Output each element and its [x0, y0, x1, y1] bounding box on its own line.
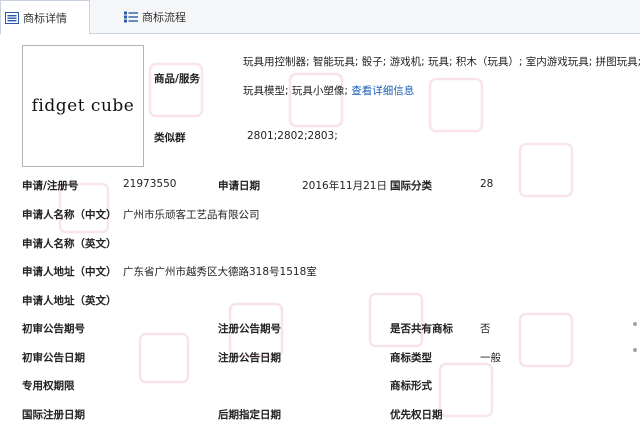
list-icon [5, 11, 19, 24]
exclusive-period-label: 专用权期限 [22, 380, 75, 392]
tab-label: 商标详情 [23, 11, 67, 25]
reg-notice-no-label: 注册公告期号 [218, 323, 281, 335]
later-designation-date-label: 后期指定日期 [218, 409, 281, 421]
intl-class-value: 28 [480, 178, 494, 190]
shared-tm-label: 是否共有商标 [390, 323, 453, 335]
goods-services-label: 商品/服务 [154, 73, 200, 85]
prelim-notice-no-label: 初审公告期号 [22, 323, 85, 335]
address-en-label: 申请人地址（英文） [22, 295, 117, 307]
tab-label: 商标流程 [142, 10, 186, 24]
goods-services-line2: 玩具模型; 玩具小塑像; 查看详细信息 [243, 83, 414, 98]
intl-class-label: 国际分类 [390, 180, 432, 192]
applicant-cn-label: 申请人名称（中文） [22, 209, 117, 221]
trademark-wordmark: fidget cube [31, 96, 135, 116]
reg-notice-date-label: 注册公告日期 [218, 352, 281, 364]
tm-form-label: 商标形式 [390, 380, 432, 392]
similar-group-value: 2801;2802;2803; [247, 130, 338, 142]
view-details-link[interactable]: 查看详细信息 [351, 85, 414, 97]
tab-trademark-detail[interactable]: 商标详情 [0, 0, 90, 34]
reg-no-label: 申请/注册号 [22, 180, 79, 192]
apply-date-label: 申请日期 [218, 180, 260, 192]
prelim-notice-date-label: 初审公告日期 [22, 352, 85, 364]
scrollbar-marker[interactable] [633, 348, 637, 352]
priority-date-label: 优先权日期 [390, 409, 443, 421]
scrollbar-marker[interactable] [633, 322, 637, 326]
trademark-image: fidget cube [22, 45, 144, 167]
tab-trademark-process[interactable]: 商标流程 [92, 0, 212, 33]
applicant-en-label: 申请人名称（英文） [22, 238, 117, 250]
tm-type-value: 一般 [480, 352, 501, 364]
address-cn-label: 申请人地址（中文） [22, 266, 117, 278]
goods-services-line2-text: 玩具模型; 玩具小塑像; [243, 85, 348, 97]
shared-tm-value: 否 [480, 323, 491, 335]
process-list-icon [124, 11, 138, 22]
applicant-cn-value: 广州市乐顽客工艺品有限公司 [123, 209, 260, 221]
tm-type-label: 商标类型 [390, 352, 432, 364]
address-cn-value: 广东省广州市越秀区大德路318号1518室 [123, 266, 317, 278]
intl-reg-date-label: 国际注册日期 [22, 409, 85, 421]
similar-group-label: 类似群 [154, 132, 186, 144]
tab-bar: 商标详情 商标流程 [0, 0, 640, 34]
apply-date-value: 2016年11月21日 [302, 180, 387, 192]
reg-no-value: 21973550 [123, 178, 177, 190]
goods-services-line1: 玩具用控制器; 智能玩具; 骰子; 游戏机; 玩具; 积木（玩具）; 室内游戏玩… [243, 56, 640, 68]
